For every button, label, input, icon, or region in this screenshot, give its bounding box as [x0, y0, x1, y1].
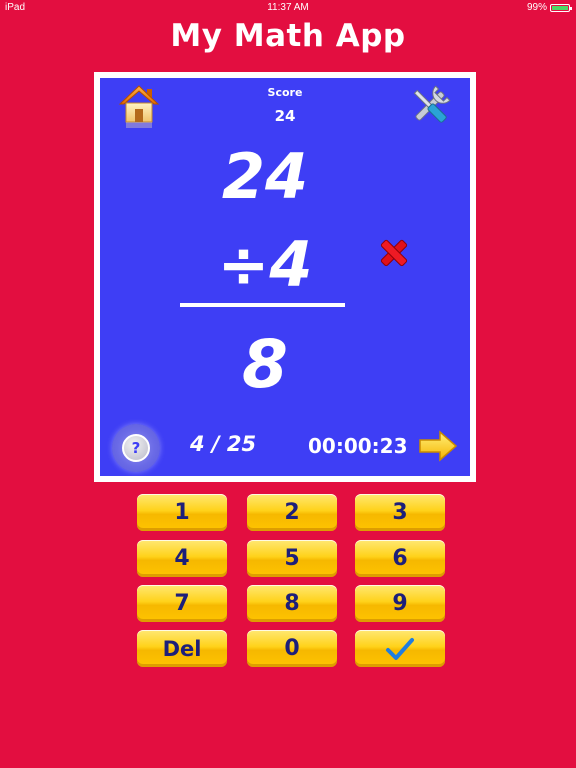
timer-display: 00:00:23: [308, 434, 408, 458]
problem-board: Score 24 24 ÷4 8 ? 4 / 25 00:00:23: [94, 72, 476, 482]
tools-icon[interactable]: [406, 82, 454, 130]
problem-divider-line: [180, 303, 345, 307]
key-0[interactable]: 0: [247, 630, 337, 667]
key-7[interactable]: 7: [137, 585, 227, 622]
battery-status: 99%: [526, 2, 572, 13]
key-1[interactable]: 1: [137, 494, 227, 531]
arrow-right-icon[interactable]: [418, 430, 458, 462]
status-bar: iPad 11:37 AM 99%: [0, 0, 576, 16]
app-title: My Math App: [170, 18, 406, 54]
checkmark-icon: [386, 637, 414, 660]
battery-percent: 99%: [526, 2, 547, 13]
delete-button[interactable]: Del: [137, 630, 227, 667]
battery-fill: [552, 5, 568, 10]
key-4[interactable]: 4: [137, 540, 227, 577]
key-9[interactable]: 9: [355, 585, 445, 622]
battery-icon: [550, 3, 572, 12]
status-time: 11:37 AM: [267, 2, 309, 13]
question-icon: ?: [122, 434, 150, 462]
operand-top: 24: [221, 140, 309, 213]
submit-button[interactable]: [355, 630, 445, 667]
problem-board-inner: Score 24 24 ÷4 8 ? 4 / 25 00:00:23: [100, 78, 470, 476]
key-6[interactable]: 6: [355, 540, 445, 577]
red-x-icon: [376, 235, 412, 271]
question-progress: 4 / 25: [190, 432, 257, 456]
key-2[interactable]: 2: [247, 494, 337, 531]
key-5[interactable]: 5: [247, 540, 337, 577]
answer-display: 8: [242, 326, 288, 403]
key-3[interactable]: 3: [355, 494, 445, 531]
help-button[interactable]: ?: [112, 424, 160, 472]
key-8[interactable]: 8: [247, 585, 337, 622]
